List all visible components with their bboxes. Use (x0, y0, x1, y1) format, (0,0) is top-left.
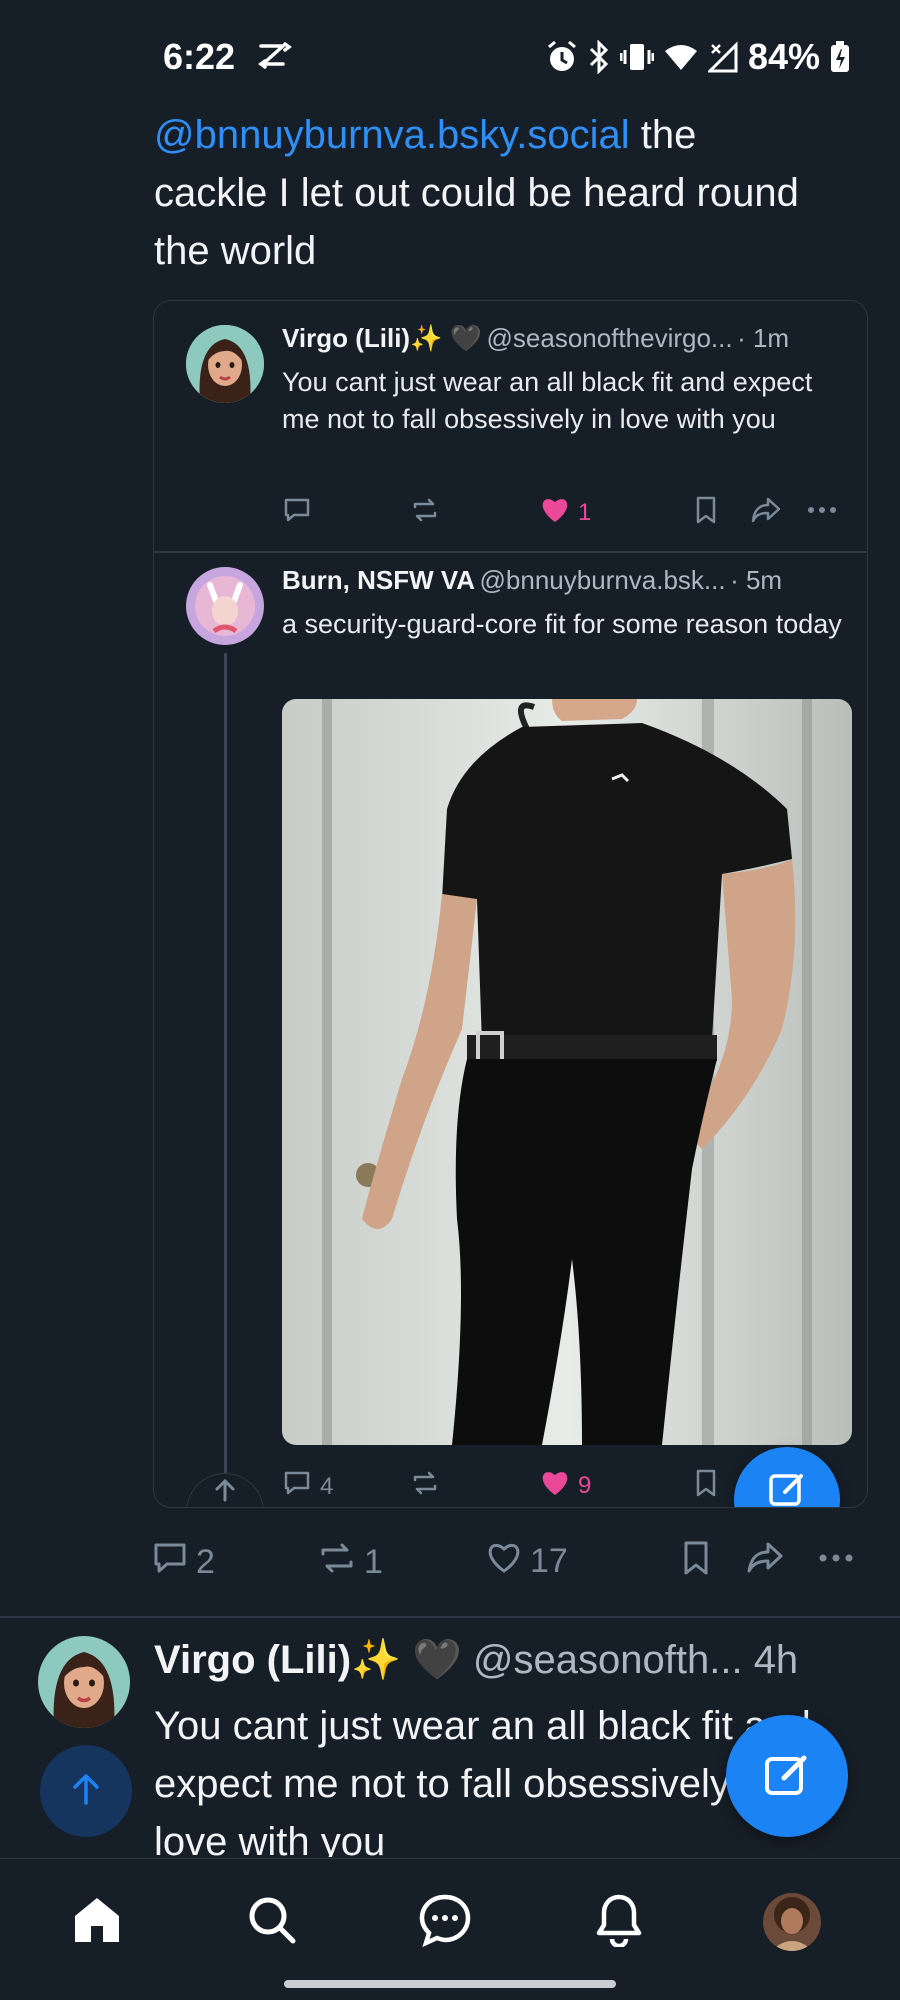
compose-button[interactable] (726, 1715, 848, 1837)
reply-icon (282, 1468, 312, 1505)
share-button[interactable] (746, 1540, 784, 1585)
scroll-top-button[interactable] (40, 1745, 132, 1837)
post-time: · 1m (737, 323, 790, 353)
post-text: @bnnuyburnva.bsky.social the cackle I le… (154, 106, 814, 280)
more-button[interactable] (818, 1540, 854, 1585)
nav-home[interactable] (62, 1887, 132, 1957)
compose-icon (762, 1749, 812, 1804)
name-emojis: ✨ 🖤 (410, 323, 483, 353)
battery-text: 84% (747, 36, 820, 77)
reply-icon (152, 1540, 188, 1585)
repost-icon (410, 1468, 440, 1505)
sync-icon (258, 40, 292, 70)
heart-filled-icon (540, 495, 570, 530)
more-icon (818, 1540, 854, 1585)
reply-button[interactable]: 4 (282, 1468, 333, 1505)
clock: 6:22 (163, 36, 236, 77)
author-name[interactable]: Burn, NSFW VA (282, 565, 475, 595)
bluetooth-icon (588, 40, 610, 74)
repost-button[interactable]: 1 (318, 1540, 383, 1585)
bottom-nav (0, 1858, 900, 2000)
reply-icon (282, 495, 312, 532)
share-icon (746, 1540, 784, 1585)
name-emojis: ✨ (351, 1638, 401, 1682)
bookmark-button[interactable] (694, 495, 718, 532)
chat-icon (418, 1893, 472, 1952)
repost-count: 1 (364, 1543, 383, 1581)
bookmark-icon (694, 495, 718, 532)
like-button[interactable]: 17 (486, 1540, 568, 1583)
quote-text: You cant just wear an all black fit and … (282, 367, 813, 434)
bookmark-button[interactable] (694, 1468, 718, 1505)
like-count: 17 (530, 1542, 568, 1580)
repost-button[interactable] (410, 1468, 440, 1505)
home-icon (71, 1894, 123, 1951)
heart-filled-icon (540, 1468, 570, 1503)
nav-profile[interactable] (757, 1887, 827, 1957)
post-time: · 5m (730, 565, 783, 595)
like-button[interactable]: 1 (540, 495, 591, 530)
repost-button[interactable] (410, 495, 440, 532)
quote-card[interactable]: Virgo (Lili)✨ 🖤 @seasonofthevirgo... · 1… (153, 300, 868, 1508)
post-separator (0, 1616, 900, 1618)
divider (154, 551, 867, 553)
like-count: 1 (578, 498, 592, 526)
mention-link[interactable]: @bnnuyburnva.bsky.social (154, 113, 630, 157)
avatar[interactable] (38, 1636, 130, 1728)
search-icon (246, 1894, 298, 1951)
like-count: 9 (578, 1471, 592, 1499)
arrow-up-icon (70, 1772, 102, 1811)
reply-count: 2 (196, 1543, 215, 1581)
quote-text: a security-guard-core fit for some reaso… (282, 609, 842, 639)
heart-emoji: 🖤 (411, 1638, 462, 1682)
heart-outline-icon (486, 1540, 522, 1583)
profile-avatar (763, 1893, 821, 1951)
avatar[interactable] (186, 567, 264, 645)
like-button[interactable]: 9 (540, 1468, 591, 1503)
reply-count: 4 (320, 1472, 334, 1500)
more-button[interactable] (806, 495, 838, 532)
author-handle[interactable]: @bnnuyburnva.bsk... (480, 565, 726, 595)
author-handle[interactable]: @seasonofthevirgo... (487, 323, 733, 353)
arrow-up-icon (212, 1477, 238, 1508)
bookmark-button[interactable] (682, 1540, 710, 1585)
author-handle[interactable]: @seasonofth... (473, 1638, 743, 1682)
reply-button[interactable]: 2 (152, 1540, 215, 1585)
author-name[interactable]: Virgo (Lili) (282, 323, 410, 353)
nav-notifications[interactable] (584, 1887, 654, 1957)
home-indicator (284, 1980, 616, 1988)
more-icon (806, 495, 838, 532)
share-button[interactable] (750, 495, 782, 532)
compose-icon (767, 1468, 807, 1508)
status-bar: 6:22 84% (0, 0, 900, 110)
share-icon (750, 495, 782, 532)
author-name[interactable]: Virgo (Lili) (154, 1638, 351, 1682)
thread-line (224, 653, 227, 1475)
no-signal-icon (707, 41, 738, 73)
quote-header: Burn, NSFW VA @bnnuyburnva.bsk... · 5m (282, 565, 852, 596)
status-icons: 84% (546, 36, 850, 78)
battery-charging-icon (830, 41, 850, 73)
avatar[interactable] (186, 325, 264, 403)
bell-icon (594, 1893, 644, 1952)
compose-button[interactable] (734, 1447, 840, 1508)
repost-icon (318, 1540, 356, 1585)
scroll-top-button[interactable] (186, 1473, 264, 1508)
post-image[interactable] (282, 699, 852, 1445)
reply-button[interactable] (282, 495, 312, 532)
post-text: You cant just wear an all black fit and … (154, 1704, 811, 1857)
repost-icon (410, 495, 440, 532)
nav-search[interactable] (237, 1887, 307, 1957)
bookmark-icon (694, 1468, 718, 1505)
post-time: 4h (753, 1638, 799, 1682)
wifi-icon (664, 43, 698, 71)
nav-chat[interactable] (410, 1887, 480, 1957)
quote-header: Virgo (Lili)✨ 🖤 @seasonofthevirgo... · 1… (282, 323, 852, 354)
bookmark-icon (682, 1540, 710, 1585)
alarm-icon (546, 40, 578, 74)
post-header: Virgo (Lili)✨ 🖤 @seasonofth... 4h (154, 1636, 870, 1683)
vibrate-icon (619, 42, 654, 72)
